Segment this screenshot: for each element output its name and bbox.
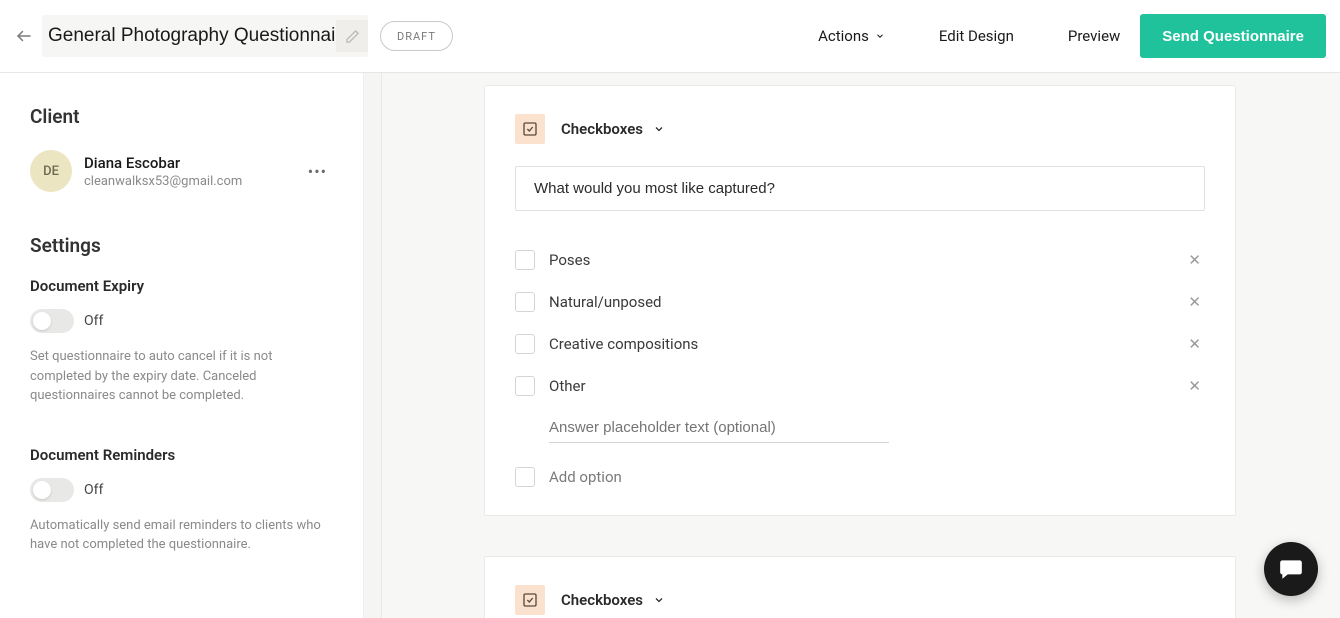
document-reminders-toggle[interactable] xyxy=(30,478,74,502)
option-label[interactable]: Natural/unposed xyxy=(549,293,1184,311)
chat-help-button[interactable] xyxy=(1264,542,1318,596)
checkbox-type-icon xyxy=(515,114,545,144)
question-text-input[interactable] xyxy=(515,166,1205,211)
topbar: DRAFT Actions Edit Design Preview Send Q… xyxy=(0,0,1340,73)
title-container xyxy=(42,15,368,57)
question-type-dropdown[interactable]: Checkboxes xyxy=(561,120,665,138)
actions-label: Actions xyxy=(818,27,869,45)
chevron-down-icon xyxy=(653,594,665,606)
option-label[interactable]: Other xyxy=(549,377,1184,395)
add-option-label: Add option xyxy=(549,468,622,486)
document-reminders-description: Automatically send email reminders to cl… xyxy=(30,516,333,555)
document-title-input[interactable] xyxy=(48,19,336,53)
question-block[interactable]: Checkboxes xyxy=(484,556,1236,618)
edit-design-button[interactable]: Edit Design xyxy=(939,27,1014,45)
client-heading: Client xyxy=(30,105,333,128)
document-expiry-description: Set questionnaire to auto cancel if it i… xyxy=(30,347,333,406)
option-checkbox[interactable] xyxy=(515,376,535,396)
remove-option-icon[interactable]: ✕ xyxy=(1184,331,1205,357)
client-email: cleanwalksx53@gmail.com xyxy=(84,174,242,189)
option-checkbox[interactable] xyxy=(515,292,535,312)
document-expiry-title: Document Expiry xyxy=(30,277,333,295)
status-badge: DRAFT xyxy=(380,21,453,51)
question-type-label: Checkboxes xyxy=(561,120,643,138)
remove-option-icon[interactable]: ✕ xyxy=(1184,289,1205,315)
option-row: Poses ✕ xyxy=(515,239,1205,281)
document-expiry-toggle[interactable] xyxy=(30,309,74,333)
remove-option-icon[interactable]: ✕ xyxy=(1184,373,1205,399)
actions-dropdown[interactable]: Actions xyxy=(818,27,885,45)
option-label[interactable]: Creative compositions xyxy=(549,335,1184,353)
sidebar: Client DE Diana Escobar cleanwalksx53@gm… xyxy=(0,73,364,618)
document-expiry-block: Document Expiry Off Set questionnaire to… xyxy=(30,277,333,406)
question-block[interactable]: Checkboxes Poses ✕ Natural/unposed ✕ Cr xyxy=(484,85,1236,516)
client-name: Diana Escobar xyxy=(84,154,242,172)
other-placeholder-input[interactable] xyxy=(549,413,889,443)
document-expiry-state: Off xyxy=(84,313,103,329)
document-reminders-title: Document Reminders xyxy=(30,446,333,464)
body: Client DE Diana Escobar cleanwalksx53@gm… xyxy=(0,73,1340,618)
send-questionnaire-button[interactable]: Send Questionnaire xyxy=(1140,14,1326,58)
document-reminders-block: Document Reminders Off Automatically sen… xyxy=(30,446,333,555)
option-checkbox[interactable] xyxy=(515,250,535,270)
client-row: DE Diana Escobar cleanwalksx53@gmail.com… xyxy=(30,150,333,192)
chevron-down-icon xyxy=(875,31,885,41)
question-type-dropdown[interactable]: Checkboxes xyxy=(561,591,665,609)
client-more-icon[interactable]: ••• xyxy=(302,156,333,187)
add-option-row[interactable]: Add option xyxy=(515,453,1205,487)
question-type-label: Checkboxes xyxy=(561,591,643,609)
option-checkbox[interactable] xyxy=(515,334,535,354)
option-label[interactable]: Poses xyxy=(549,251,1184,269)
avatar: DE xyxy=(30,150,72,192)
settings-heading: Settings xyxy=(30,234,333,257)
back-arrow-icon[interactable] xyxy=(12,24,36,48)
checkbox-type-icon xyxy=(515,585,545,615)
option-checkbox xyxy=(515,467,535,487)
chevron-down-icon xyxy=(653,123,665,135)
option-row: Natural/unposed ✕ xyxy=(515,281,1205,323)
document-reminders-state: Off xyxy=(84,482,103,498)
remove-option-icon[interactable]: ✕ xyxy=(1184,247,1205,273)
preview-button[interactable]: Preview xyxy=(1068,27,1120,45)
gutter xyxy=(364,73,382,618)
client-info: Diana Escobar cleanwalksx53@gmail.com xyxy=(84,154,242,189)
option-row: Other ✕ xyxy=(515,365,1205,407)
canvas: Checkboxes Poses ✕ Natural/unposed ✕ Cr xyxy=(382,73,1340,618)
edit-title-icon[interactable] xyxy=(336,20,368,52)
option-row: Creative compositions ✕ xyxy=(515,323,1205,365)
